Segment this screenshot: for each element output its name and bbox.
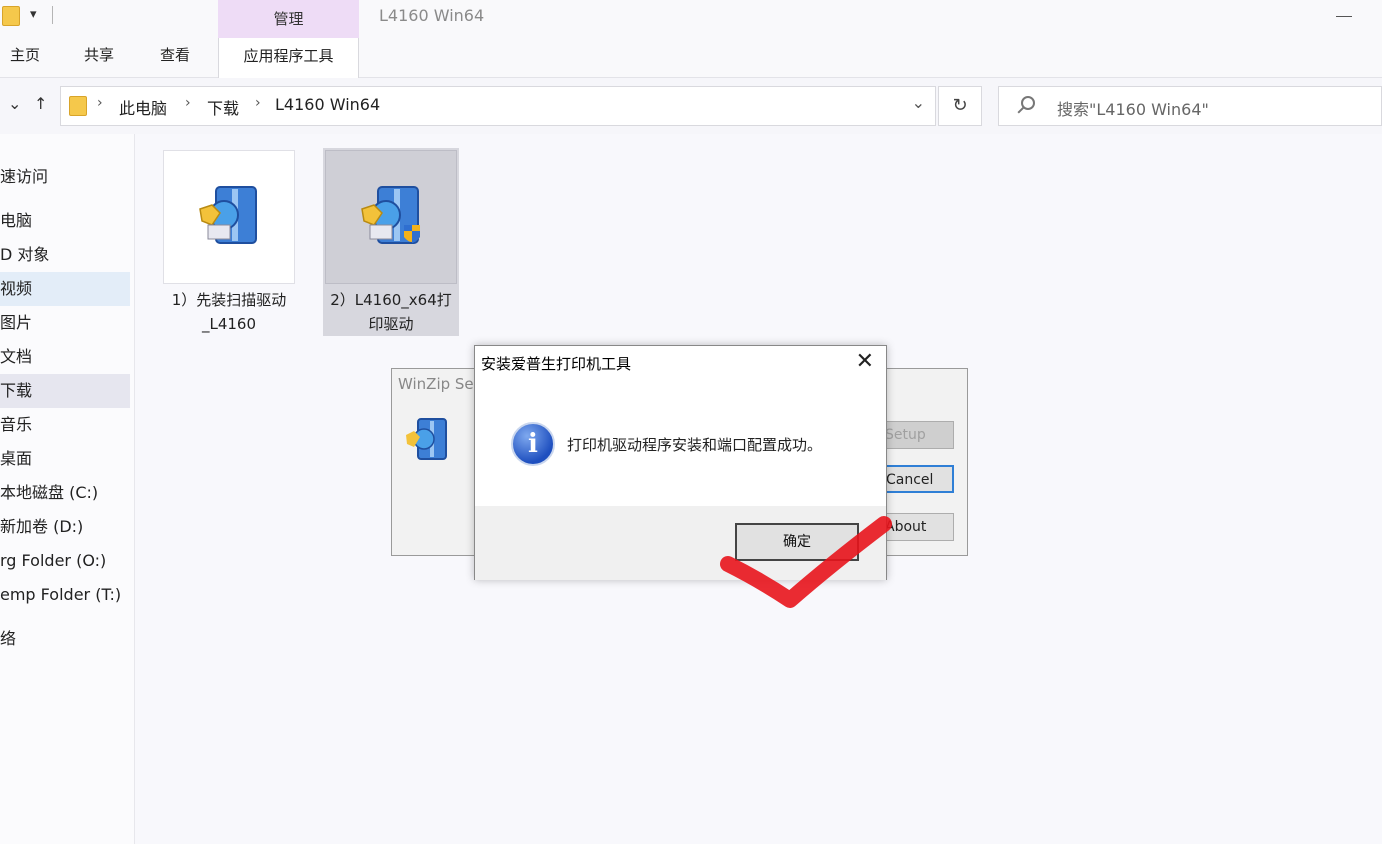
chevron-right-icon[interactable]: › bbox=[97, 95, 103, 111]
context-tab-manage: 管理 bbox=[218, 0, 359, 38]
sidebar-item-videos[interactable]: 视频 bbox=[0, 272, 130, 306]
sidebar-item-documents[interactable]: 文档 bbox=[0, 340, 130, 374]
search-icon bbox=[1021, 96, 1035, 110]
sidebar-item-drive-c[interactable]: 本地磁盘 (C:) bbox=[0, 476, 130, 510]
chevron-right-icon[interactable]: › bbox=[255, 95, 261, 111]
folder-icon[interactable] bbox=[2, 6, 20, 26]
window-title: L4160 Win64 bbox=[379, 6, 485, 25]
tab-share[interactable]: 共享 bbox=[84, 44, 114, 65]
dialog-title: 安装爱普生打印机工具 bbox=[481, 355, 632, 373]
divider bbox=[52, 6, 53, 24]
sidebar-item-drive-d[interactable]: 新加卷 (D:) bbox=[0, 510, 130, 544]
sidebar-item-downloads[interactable]: 下载 bbox=[0, 374, 130, 408]
dialog-message: 打印机驱动程序安装和端口配置成功。 bbox=[567, 436, 823, 454]
about-button[interactable]: About bbox=[884, 513, 954, 541]
success-message-dialog: 安装爱普生打印机工具 ✕ i 打印机驱动程序安装和端口配置成功。 确定 bbox=[474, 345, 887, 580]
address-dropdown-icon[interactable]: ⌄ bbox=[912, 93, 925, 112]
winzip-installer-icon bbox=[199, 186, 257, 244]
file-item-selected[interactable]: 2）L4160_x64打 印驱动 bbox=[323, 148, 459, 336]
address-row: ⌄ ↑ › 此电脑 › 下载 › L4160 Win64 ⌄ ↻ 搜索"L416… bbox=[0, 78, 1382, 134]
refresh-icon: ↻ bbox=[952, 95, 968, 116]
refresh-button[interactable]: ↻ bbox=[938, 86, 982, 126]
minimize-button[interactable] bbox=[1336, 16, 1352, 17]
file-name: 2）L4160_x64打 印驱动 bbox=[330, 291, 452, 333]
search-placeholder: 搜索"L4160 Win64" bbox=[1057, 100, 1209, 119]
tab-home[interactable]: 主页 bbox=[10, 44, 40, 65]
recent-locations-icon[interactable]: ⌄ bbox=[8, 94, 21, 113]
dialog-footer: 确定 bbox=[475, 506, 886, 580]
breadcrumb-downloads[interactable]: 下载 bbox=[207, 95, 239, 119]
dialog-title: WinZip Se bbox=[398, 375, 474, 393]
file-thumbnail bbox=[163, 150, 295, 284]
file-thumbnail bbox=[325, 150, 457, 284]
quick-access-dropdown-icon[interactable]: ▾ bbox=[30, 7, 37, 22]
sidebar-item-drive-t[interactable]: emp Folder (T:) bbox=[0, 578, 130, 612]
title-bar: ▾ 管理 L4160 Win64 主页 共享 查看 应用程序工具 bbox=[0, 0, 1382, 78]
address-bar[interactable]: › 此电脑 › 下载 › L4160 Win64 ⌄ bbox=[60, 86, 936, 126]
setup-button[interactable]: Setup bbox=[884, 421, 954, 449]
sidebar-item-music[interactable]: 音乐 bbox=[0, 408, 130, 442]
navigation-pane: 速访问 电脑 D 对象 视频 图片 文档 下载 音乐 桌面 本地磁盘 (C:) … bbox=[0, 134, 135, 844]
cancel-button[interactable]: Cancel bbox=[884, 465, 954, 493]
tab-view[interactable]: 查看 bbox=[160, 44, 190, 65]
folder-icon bbox=[69, 96, 87, 116]
sidebar-item-network[interactable]: 络 bbox=[0, 622, 130, 656]
winzip-icon bbox=[406, 418, 447, 460]
breadcrumb-current-folder[interactable]: L4160 Win64 bbox=[275, 95, 380, 114]
chevron-right-icon[interactable]: › bbox=[185, 95, 191, 111]
up-arrow-icon[interactable]: ↑ bbox=[34, 94, 47, 113]
sidebar-item-3d-objects[interactable]: D 对象 bbox=[0, 238, 130, 272]
search-input[interactable]: 搜索"L4160 Win64" bbox=[998, 86, 1382, 126]
breadcrumb-this-pc[interactable]: 此电脑 bbox=[119, 95, 167, 119]
file-name: 1）先装扫描驱动 _L4160 bbox=[171, 291, 287, 333]
ok-button[interactable]: 确定 bbox=[735, 523, 859, 561]
winzip-installer-shield-icon bbox=[361, 186, 420, 244]
sidebar-item-this-pc[interactable]: 电脑 bbox=[0, 204, 130, 238]
sidebar-item-pictures[interactable]: 图片 bbox=[0, 306, 130, 340]
sidebar-item-desktop[interactable]: 桌面 bbox=[0, 442, 130, 476]
info-icon: i bbox=[511, 422, 555, 466]
sidebar-item-quick-access[interactable]: 速访问 bbox=[0, 160, 130, 194]
sidebar-item-drive-o[interactable]: rg Folder (O:) bbox=[0, 544, 130, 578]
tab-app-tools[interactable]: 应用程序工具 bbox=[218, 38, 359, 78]
close-icon[interactable]: ✕ bbox=[856, 349, 874, 375]
file-item[interactable]: 1）先装扫描驱动 _L4160 bbox=[161, 148, 297, 336]
